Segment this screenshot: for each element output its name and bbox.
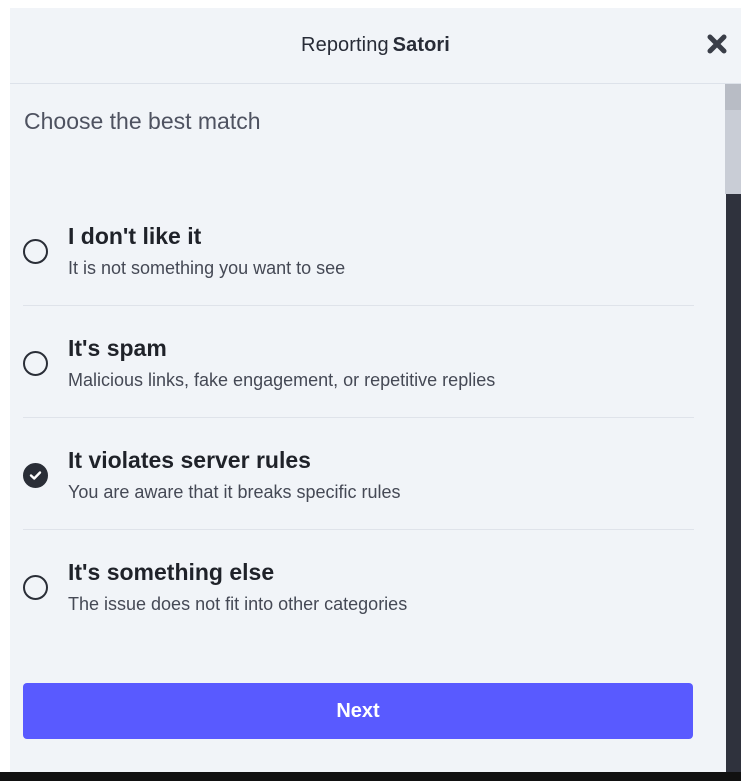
report-modal: Reporting Satori Choose the best match I … xyxy=(10,8,741,772)
title-prefix: Reporting xyxy=(301,34,389,56)
option-violation[interactable]: It violates server rules You are aware t… xyxy=(23,418,694,530)
radio-button[interactable] xyxy=(23,351,48,376)
option-label: It's something else xyxy=(68,559,275,585)
modal-header: Reporting Satori xyxy=(10,8,741,84)
option-description: The issue does not fit into other catego… xyxy=(68,594,408,614)
screen: Reporting Satori Choose the best match I … xyxy=(0,0,741,781)
reported-account-name: Satori xyxy=(392,34,450,56)
next-button[interactable]: Next xyxy=(23,683,693,739)
modal-body: Choose the best match I don't like it It… xyxy=(10,84,725,772)
checkmark-icon xyxy=(29,471,42,480)
option-label: I don't like it xyxy=(68,223,202,249)
step-subtitle: Choose the best match xyxy=(24,108,261,134)
option-spam[interactable]: It's spam Malicious links, fake engageme… xyxy=(23,306,694,418)
report-reason-list: I don't like it It is not something you … xyxy=(23,194,694,642)
option-description: Malicious links, fake engagement, or rep… xyxy=(68,370,496,390)
option-label: It violates server rules xyxy=(68,447,311,473)
close-button[interactable] xyxy=(703,30,731,58)
radio-button-checked[interactable] xyxy=(23,463,48,488)
option-description: It is not something you want to see xyxy=(68,258,346,278)
background-panel-edge xyxy=(726,194,741,772)
bottom-edge xyxy=(0,772,741,781)
option-other[interactable]: It's something else The issue does not f… xyxy=(23,530,694,642)
option-dislike[interactable]: I don't like it It is not something you … xyxy=(23,194,694,306)
modal-title: Reporting Satori xyxy=(301,34,450,57)
radio-button[interactable] xyxy=(23,575,48,600)
scrollbar-up-arrow[interactable] xyxy=(725,84,741,110)
close-icon xyxy=(707,34,727,54)
option-description: You are aware that it breaks specific ru… xyxy=(68,482,401,502)
radio-button[interactable] xyxy=(23,239,48,264)
option-label: It's spam xyxy=(68,335,167,361)
